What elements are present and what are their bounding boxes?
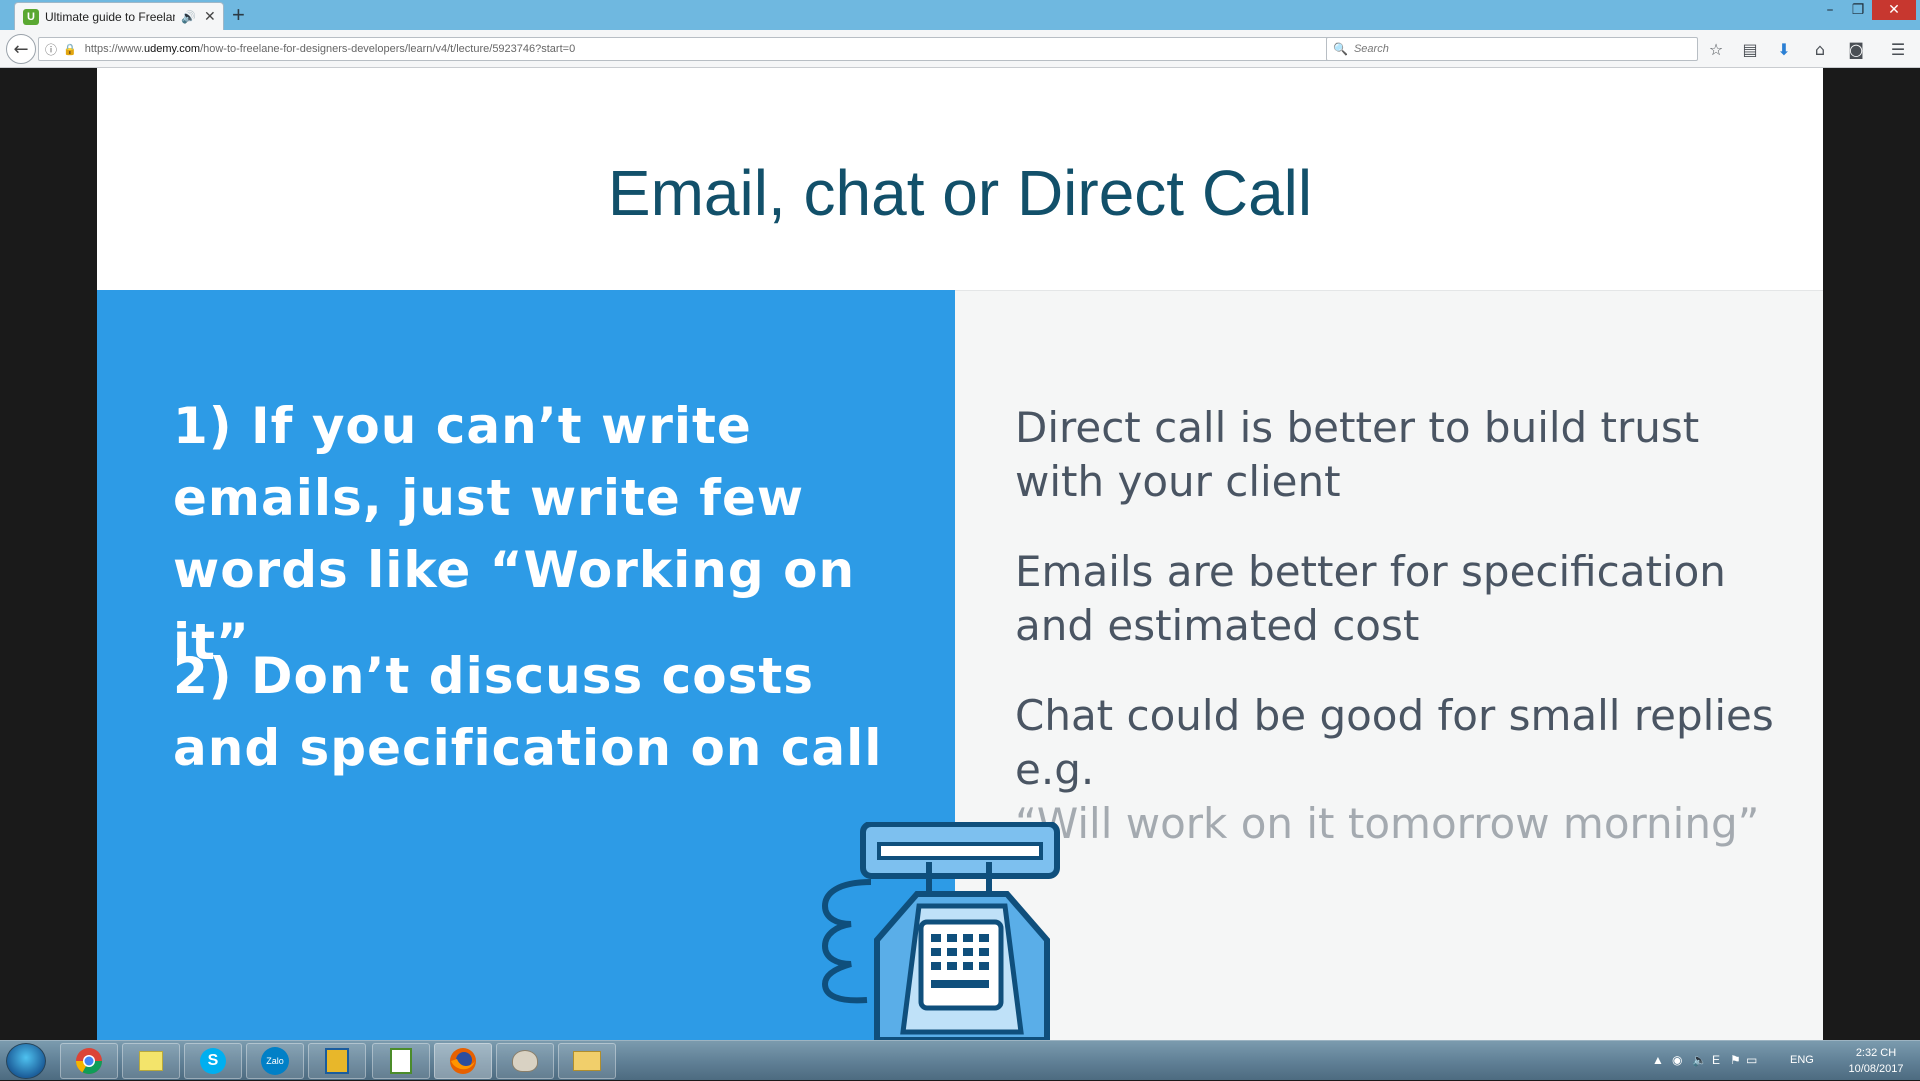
right-point-2: Emails are better for specification and … xyxy=(1015,547,1726,650)
slide-title: Email, chat or Direct Call xyxy=(607,157,1313,229)
speaker-icon[interactable]: 🔊 xyxy=(181,10,196,24)
system-tray: ▲ ◉ 🔈 E ⚑ ▭ ENG 2:32 CH 10/08/2017 xyxy=(1640,1041,1920,1081)
folder-shape xyxy=(573,1051,601,1071)
search-bar[interactable]: 🔍 Search xyxy=(1326,37,1698,61)
show-hidden-icons[interactable]: ▲ xyxy=(1652,1053,1664,1067)
tab-udemy[interactable]: U Ultimate guide to Freelan 🔊 ✕ xyxy=(14,2,224,30)
notepad-icon[interactable] xyxy=(372,1043,430,1079)
reading-list-icon[interactable]: ▤ xyxy=(1738,38,1762,60)
chrome-icon[interactable] xyxy=(60,1043,118,1079)
right-panel: Direct call is better to build trust wit… xyxy=(955,290,1823,1040)
explorer-icon[interactable] xyxy=(558,1043,616,1079)
lecture-slide: Email, chat or Direct Call 1) If you can… xyxy=(97,68,1823,1040)
udemy-favicon-icon: U xyxy=(23,8,39,25)
menu-icon[interactable]: ☰ xyxy=(1886,38,1910,60)
new-tab-button[interactable]: + xyxy=(232,3,245,27)
clock[interactable]: 2:32 CH 10/08/2017 xyxy=(1836,1045,1916,1077)
close-window-button[interactable]: ✕ xyxy=(1872,0,1916,20)
info-icon[interactable]: ⓘ xyxy=(45,41,57,58)
firefox-icon[interactable] xyxy=(434,1043,492,1079)
zalo-icon[interactable]: Zalo xyxy=(246,1043,304,1079)
firefox-logo-icon xyxy=(450,1048,476,1074)
palette-shape xyxy=(512,1050,538,1072)
right-point-3-quote: “Will work on it tomorrow morning” xyxy=(1015,799,1760,848)
search-icon: 🔍 xyxy=(1333,42,1348,56)
volume-icon[interactable]: 🔈 xyxy=(1692,1053,1707,1067)
left-point-2: 2) Don’t discuss costs and specification… xyxy=(173,647,883,777)
skype-icon[interactable]: S xyxy=(184,1043,242,1079)
browser-tab-bar: U Ultimate guide to Freelan 🔊 ✕ + – ❐ ✕ xyxy=(0,0,1920,30)
left-point-1: 1) If you can’t write emails, just write… xyxy=(173,397,856,671)
url-text: https://www.udemy.com/how-to-freelane-fo… xyxy=(85,43,575,55)
sticky-notes-icon[interactable] xyxy=(122,1043,180,1079)
restore-button[interactable]: ❐ xyxy=(1844,0,1872,20)
zalo-logo: Zalo xyxy=(261,1047,289,1075)
right-point-1: Direct call is better to build trust wit… xyxy=(1015,403,1700,506)
notepad-shape xyxy=(390,1048,412,1074)
note-shape xyxy=(139,1051,163,1071)
chrome-logo-icon xyxy=(75,1048,103,1075)
right-point-3: Chat could be good for small replies e.g… xyxy=(1015,689,1795,851)
url-prefix: https://www. xyxy=(84,43,145,55)
start-button[interactable] xyxy=(6,1043,46,1079)
search-placeholder: Search xyxy=(1353,43,1389,55)
language-indicator[interactable]: ENG xyxy=(1790,1054,1814,1066)
tab-title: Ultimate guide to Freelan xyxy=(45,9,175,24)
back-arrow-icon: ← xyxy=(13,38,29,60)
network-sync-icon[interactable]: ◉ xyxy=(1672,1053,1682,1067)
address-bar[interactable]: ⓘ 🔒 https://www.udemy.com/how-to-freelan… xyxy=(38,37,1354,61)
navigation-bar: ← ⓘ 🔒 https://www.udemy.com/how-to-freel… xyxy=(0,30,1920,68)
paint-icon[interactable] xyxy=(496,1043,554,1079)
minimize-button[interactable]: – xyxy=(1816,0,1844,20)
home-icon[interactable]: ⌂ xyxy=(1808,38,1832,60)
video-viewport[interactable]: Email, chat or Direct Call 1) If you can… xyxy=(0,68,1920,1040)
telephone-icon xyxy=(821,822,1060,1040)
clock-date: 10/08/2017 xyxy=(1848,1063,1904,1075)
unikey-icon[interactable]: E xyxy=(1712,1053,1720,1067)
tab-close-icon[interactable]: ✕ xyxy=(204,9,216,25)
url-domain: udemy.com xyxy=(144,43,201,55)
action-center-flag-icon[interactable]: ⚑ xyxy=(1730,1053,1741,1067)
file-manager-shape xyxy=(325,1048,349,1074)
windows-taskbar: S Zalo ▲ ◉ 🔈 E ⚑ ▭ ENG 2:32 CH 10/08/201… xyxy=(0,1040,1920,1080)
star-icon[interactable]: ☆ xyxy=(1704,38,1728,60)
pocket-icon[interactable]: ◙ xyxy=(1844,38,1868,60)
url-path: /how-to-freelane-for-designers-developer… xyxy=(200,43,576,55)
skype-logo: S xyxy=(200,1048,226,1074)
back-button[interactable]: ← xyxy=(6,34,36,64)
lock-icon[interactable]: 🔒 xyxy=(63,43,77,56)
network-icon[interactable]: ▭ xyxy=(1746,1053,1757,1067)
file-manager-icon[interactable] xyxy=(308,1043,366,1079)
clock-time: 2:32 CH xyxy=(1855,1047,1897,1059)
right-point-3-text: Chat could be good for small replies e.g… xyxy=(1015,691,1774,794)
download-icon[interactable]: ⬇ xyxy=(1772,38,1796,60)
